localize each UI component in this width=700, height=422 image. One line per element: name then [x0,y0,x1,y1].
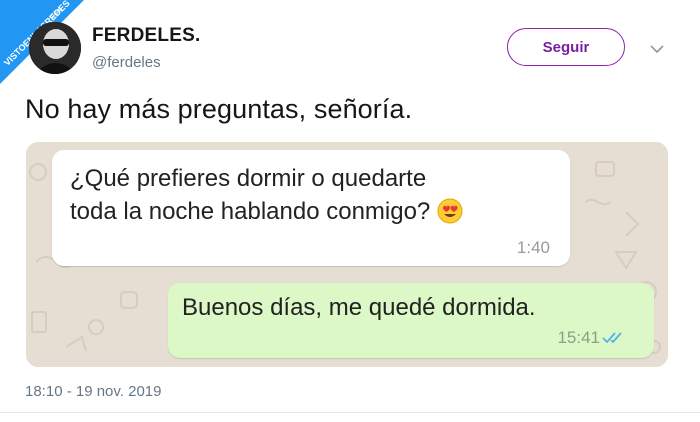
incoming-message-line: ¿Qué prefieres dormir o quedarte [70,165,427,192]
incoming-message-bubble[interactable]: ¿Qué prefieres dormir o quedarte toda la… [52,150,570,266]
chat-screenshot: ¿Qué prefieres dormir o quedarte toda la… [26,142,668,367]
outgoing-message-bubble[interactable]: Buenos días, me quedé dormida. 15:41 [168,283,654,358]
tweet-text: No hay más preguntas, señoría. [25,94,413,124]
author-name[interactable]: FERDELES. [92,25,200,47]
chevron-down-icon[interactable] [648,40,666,58]
heart-eyes-emoji-icon [437,198,463,224]
outgoing-message-time: 15:41 [557,328,600,347]
author-handle[interactable]: @ferdeles [92,54,161,71]
read-double-check-icon [602,332,622,344]
profile-photo-icon [29,22,81,74]
follow-button[interactable]: Seguir [507,28,625,66]
incoming-message-line: toda la noche hablando conmigo? [70,198,431,225]
outgoing-message-text: Buenos días, me quedé dormida. [182,294,536,321]
tweet-timestamp[interactable]: 18:10 - 19 nov. 2019 [25,383,162,400]
incoming-message-text: ¿Qué prefieres dormir o quedarte toda la… [70,162,550,228]
avatar[interactable] [29,22,81,74]
incoming-message-time: 1:40 [516,238,550,257]
divider [0,412,700,413]
svg-text:.com: .com [48,6,64,22]
